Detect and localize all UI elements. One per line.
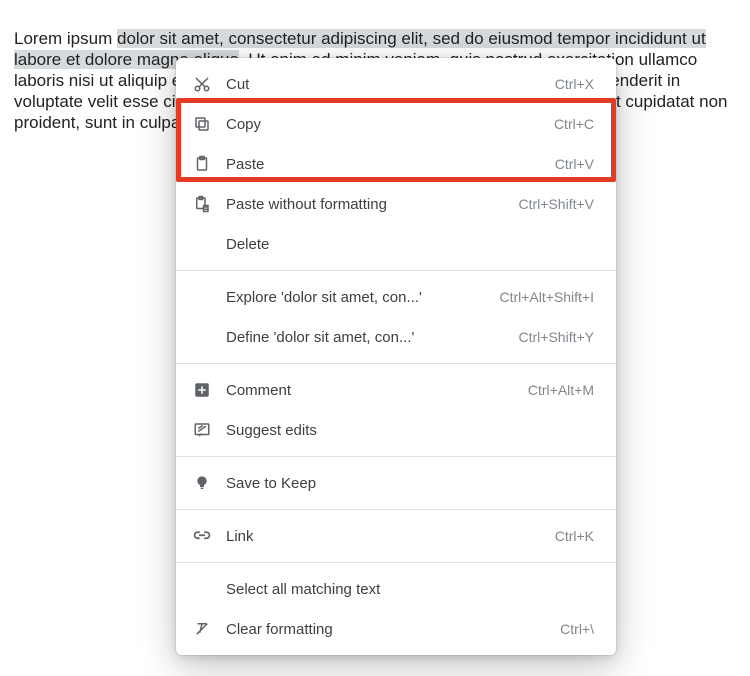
link-icon (192, 526, 212, 546)
keep-icon (192, 473, 212, 493)
menu-item-paste-plain[interactable]: Paste without formatting Ctrl+Shift+V (176, 184, 616, 224)
menu-label: Paste without formatting (226, 196, 519, 213)
menu-item-cut[interactable]: Cut Ctrl+X (176, 64, 616, 104)
menu-shortcut: Ctrl+Shift+V (519, 196, 594, 212)
blank-icon (192, 579, 212, 599)
menu-label: Suggest edits (226, 422, 594, 439)
menu-label: Explore 'dolor sit amet, con...' (226, 289, 499, 306)
menu-label: Clear formatting (226, 621, 560, 638)
menu-label: Cut (226, 76, 555, 93)
menu-shortcut: Ctrl+Alt+M (528, 382, 594, 398)
menu-shortcut: Ctrl+C (554, 116, 594, 132)
context-menu: Cut Ctrl+X Copy Ctrl+C Paste Ctrl+V (176, 58, 616, 655)
menu-shortcut: Ctrl+\ (560, 621, 594, 637)
menu-shortcut: Ctrl+Shift+Y (519, 329, 594, 345)
menu-divider (176, 270, 616, 271)
menu-divider (176, 562, 616, 563)
doc-text-before: Lorem ipsum (14, 29, 117, 48)
menu-item-select-matching[interactable]: Select all matching text (176, 569, 616, 609)
cut-icon (192, 74, 212, 94)
menu-shortcut: Ctrl+V (555, 156, 594, 172)
suggest-icon (192, 420, 212, 440)
menu-item-clear-formatting[interactable]: Clear formatting Ctrl+\ (176, 609, 616, 649)
paste-plain-icon (192, 194, 212, 214)
menu-divider (176, 456, 616, 457)
blank-icon (192, 287, 212, 307)
menu-item-define[interactable]: Define 'dolor sit amet, con...' Ctrl+Shi… (176, 317, 616, 357)
menu-label: Save to Keep (226, 475, 594, 492)
menu-item-comment[interactable]: Comment Ctrl+Alt+M (176, 370, 616, 410)
menu-item-link[interactable]: Link Ctrl+K (176, 516, 616, 556)
menu-shortcut: Ctrl+Alt+Shift+I (499, 289, 594, 305)
menu-shortcut: Ctrl+K (555, 528, 594, 544)
menu-label: Copy (226, 116, 554, 133)
menu-label: Select all matching text (226, 581, 594, 598)
menu-item-copy[interactable]: Copy Ctrl+C (176, 104, 616, 144)
menu-divider (176, 363, 616, 364)
menu-item-explore[interactable]: Explore 'dolor sit amet, con...' Ctrl+Al… (176, 277, 616, 317)
menu-item-save-keep[interactable]: Save to Keep (176, 463, 616, 503)
menu-item-suggest[interactable]: Suggest edits (176, 410, 616, 450)
menu-shortcut: Ctrl+X (555, 76, 594, 92)
menu-label: Link (226, 528, 555, 545)
menu-label: Paste (226, 156, 555, 173)
comment-icon (192, 380, 212, 400)
menu-item-paste[interactable]: Paste Ctrl+V (176, 144, 616, 184)
copy-icon (192, 114, 212, 134)
blank-icon (192, 234, 212, 254)
blank-icon (192, 327, 212, 347)
menu-label: Delete (226, 236, 594, 253)
menu-label: Comment (226, 382, 528, 399)
menu-item-delete[interactable]: Delete (176, 224, 616, 264)
menu-label: Define 'dolor sit amet, con...' (226, 329, 519, 346)
menu-divider (176, 509, 616, 510)
paste-icon (192, 154, 212, 174)
clear-format-icon (192, 619, 212, 639)
